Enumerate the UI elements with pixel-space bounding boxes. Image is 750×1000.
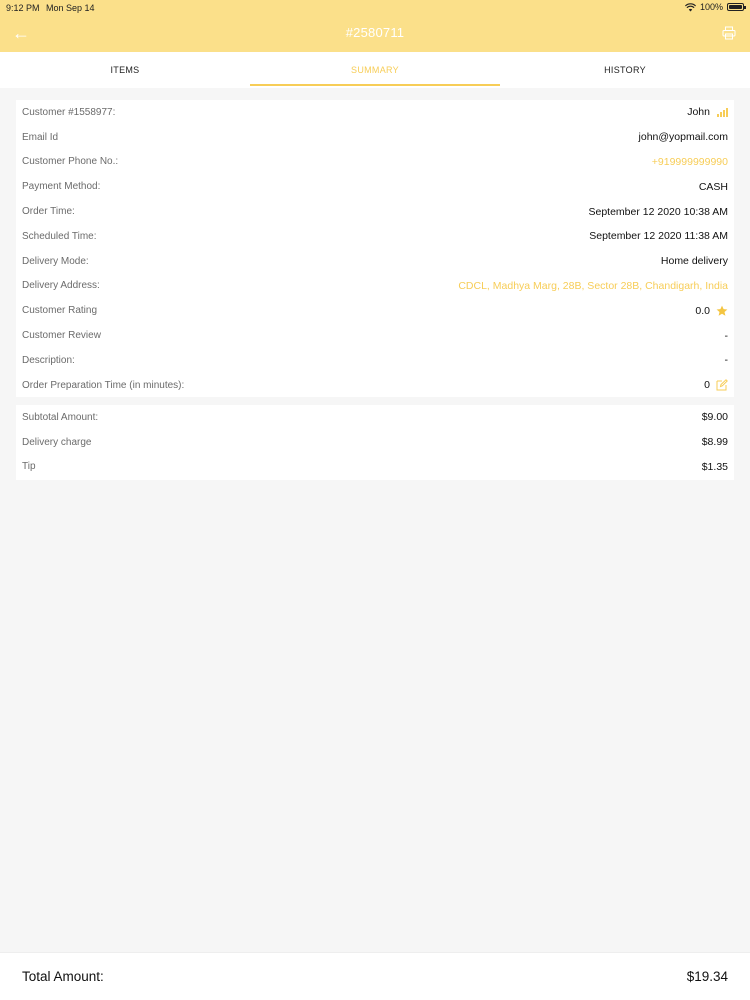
phone-label: Customer Phone No.: <box>22 156 119 168</box>
total-label: Total Amount: <box>22 969 104 984</box>
prep-time-value: 0 <box>704 379 710 392</box>
total-value: $19.34 <box>686 969 728 984</box>
printer-icon[interactable] <box>722 26 736 40</box>
amounts-card: Subtotal Amount: $9.00 Delivery charge $… <box>16 405 734 480</box>
description-label: Description: <box>22 354 75 366</box>
detail-row-scheduled-time: Scheduled Time: September 12 2020 11:38 … <box>16 224 734 249</box>
order-details-card: Customer #1558977: John Email Id john@yo… <box>16 100 734 397</box>
phone-link[interactable]: +919999999990 <box>652 156 728 168</box>
status-bar: 9:12 PM Mon Sep 14 100% <box>0 0 750 16</box>
status-date: Mon Sep 14 <box>46 3 95 13</box>
order-number-title: #2580711 <box>345 25 405 40</box>
description-value: - <box>724 354 729 367</box>
review-value: - <box>724 329 729 342</box>
detail-row-phone: Customer Phone No.: +919999999990 <box>16 150 734 175</box>
edit-icon[interactable] <box>716 379 728 391</box>
delivery-address-link[interactable]: CDCL, Madhya Marg, 28B, Sector 28B, Chan… <box>458 280 728 292</box>
detail-row-customer: Customer #1558977: John <box>16 100 734 125</box>
total-bar: Total Amount: $19.34 <box>0 952 750 1000</box>
tip-value: $1.35 <box>701 460 728 473</box>
signal-bars-icon[interactable] <box>716 106 728 118</box>
customer-value-wrap: John <box>687 106 728 118</box>
subtotal-label: Subtotal Amount: <box>22 411 99 423</box>
star-icon <box>716 305 728 316</box>
scheduled-time-value: September 12 2020 11:38 AM <box>589 230 728 243</box>
payment-value: CASH <box>698 180 728 193</box>
scheduled-time-label: Scheduled Time: <box>22 230 97 242</box>
detail-row-order-time: Order Time: September 12 2020 10:38 AM <box>16 199 734 224</box>
customer-name: John <box>687 106 710 119</box>
email-value: john@yopmail.com <box>638 131 728 144</box>
delivery-address-label: Delivery Address: <box>22 280 100 292</box>
detail-row-delivery-mode: Delivery Mode: Home delivery <box>16 249 734 274</box>
top-navbar: ← #2580711 <box>0 16 750 52</box>
subtotal-value: $9.00 <box>701 411 728 424</box>
detail-row-description: Description: - <box>16 348 734 373</box>
amount-row-tip: Tip $1.35 <box>16 455 734 480</box>
delivery-mode-label: Delivery Mode: <box>22 255 89 267</box>
amount-row-delivery: Delivery charge $8.99 <box>16 430 734 455</box>
detail-row-delivery-address: Delivery Address: CDCL, Madhya Marg, 28B… <box>16 274 734 299</box>
amount-row-subtotal: Subtotal Amount: $9.00 <box>16 405 734 430</box>
delivery-charge-value: $8.99 <box>701 436 728 449</box>
delivery-mode-value: Home delivery <box>660 255 728 268</box>
detail-row-rating: Customer Rating 0.0 <box>16 298 734 323</box>
detail-row-payment: Payment Method: CASH <box>16 174 734 199</box>
order-time-value: September 12 2020 10:38 AM <box>588 205 728 218</box>
order-time-label: Order Time: <box>22 206 75 218</box>
prep-time-label: Order Preparation Time (in minutes): <box>22 379 185 391</box>
review-label: Customer Review <box>22 330 101 342</box>
tab-summary[interactable]: SUMMARY <box>250 52 500 88</box>
status-right: 100% <box>684 2 746 12</box>
detail-row-prep-time: Order Preparation Time (in minutes): 0 <box>16 373 734 398</box>
detail-row-email: Email Id john@yopmail.com <box>16 125 734 150</box>
detail-row-review: Customer Review - <box>16 323 734 348</box>
tip-label: Tip <box>22 461 36 473</box>
status-time: 9:12 PM <box>6 3 40 13</box>
customer-label: Customer #1558977: <box>22 106 116 118</box>
rating-value: 0.0 <box>695 304 710 317</box>
battery-percent: 100% <box>699 2 723 12</box>
payment-label: Payment Method: <box>22 181 101 193</box>
tab-items[interactable]: ITEMS <box>0 52 250 88</box>
battery-icon <box>727 3 746 11</box>
rating-label: Customer Rating <box>22 305 98 317</box>
prep-time-value-wrap: 0 <box>704 379 728 391</box>
tab-history[interactable]: HISTORY <box>500 52 750 88</box>
rating-value-wrap: 0.0 <box>695 305 728 317</box>
delivery-charge-label: Delivery charge <box>22 436 92 448</box>
wifi-icon <box>684 2 696 11</box>
order-tabs: ITEMS SUMMARY HISTORY <box>0 52 750 88</box>
email-label: Email Id <box>22 131 59 143</box>
